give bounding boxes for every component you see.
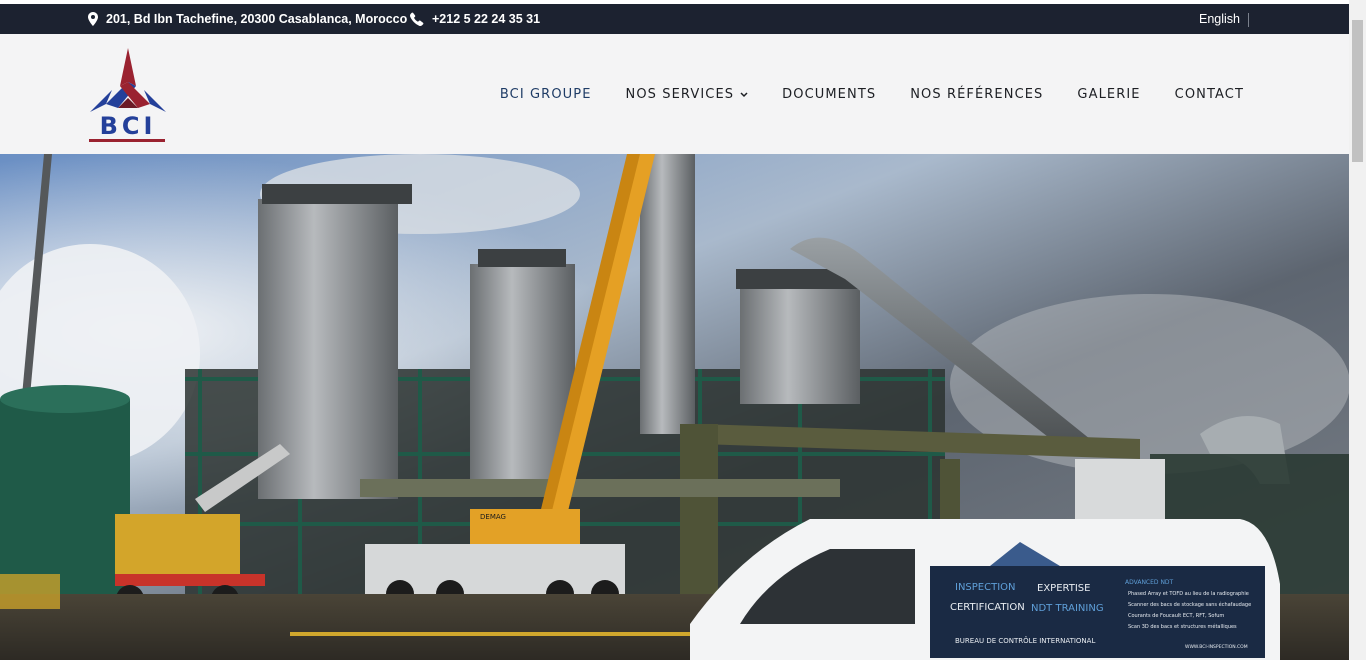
- logo-text: BCI: [99, 112, 157, 140]
- top-info-bar: 201, Bd Ibn Tachefine, 20300 Casablanca,…: [0, 4, 1349, 34]
- van-website-text: WWW.BCI-INSPECTION.COM: [1185, 644, 1248, 650]
- van-advanced-title: ADVANCED NDT: [1125, 579, 1174, 586]
- phone-item[interactable]: +212 5 22 24 35 31: [410, 4, 540, 34]
- language-switcher[interactable]: English: [1199, 4, 1240, 34]
- van-advanced-line-1: Phased Array et TOFD au lieu de la radio…: [1128, 591, 1249, 597]
- language-divider: [1248, 13, 1249, 27]
- van-certification-text: CERTIFICATION: [950, 602, 1025, 613]
- van-inspection-text: INSPECTION: [955, 582, 1016, 593]
- page-scrollbar[interactable]: [1349, 0, 1366, 660]
- map-pin-icon: [88, 12, 106, 26]
- nav-documents[interactable]: DOCUMENTS: [782, 87, 876, 102]
- site-header: BCI BCI GROUPE NOS SERVICES DOCUMENTS NO…: [0, 34, 1349, 154]
- phone-text: +212 5 22 24 35 31: [432, 12, 541, 26]
- address-text: 201, Bd Ibn Tachefine, 20300 Casablanca,…: [106, 12, 408, 26]
- address-item: 201, Bd Ibn Tachefine, 20300 Casablanca,…: [88, 4, 407, 34]
- main-nav: BCI GROUPE NOS SERVICES DOCUMENTS NOS RÉ…: [466, 34, 1244, 154]
- crane-brand-text: DEMAG: [480, 513, 506, 521]
- nav-galerie[interactable]: GALERIE: [1077, 87, 1140, 102]
- logo-underline: [89, 139, 165, 142]
- hero-image: DEMAG INSPECTION CERTIFICATION EXPERTISE…: [0, 154, 1349, 660]
- scrollbar-thumb[interactable]: [1352, 20, 1363, 162]
- nav-bci-groupe[interactable]: BCI GROUPE: [500, 87, 592, 102]
- van-advanced-line-4: Scan 3D des bacs et structures métalliqu…: [1128, 623, 1237, 630]
- logo-mark: [90, 48, 166, 112]
- van-expertise-text: EXPERTISE: [1037, 583, 1090, 594]
- nav-nos-services[interactable]: NOS SERVICES: [626, 87, 749, 102]
- van-advanced-line-3: Courants de Foucault ECT, RFT, Sofum: [1128, 613, 1224, 619]
- nav-nos-services-label: NOS SERVICES: [625, 86, 735, 102]
- van-footer-text: BUREAU DE CONTRÔLE INTERNATIONAL: [955, 636, 1095, 645]
- chevron-down-icon: [740, 87, 748, 102]
- van-advanced-line-2: Scanner des bacs de stockage sans échafa…: [1128, 601, 1251, 608]
- phone-icon: [410, 12, 432, 26]
- industrial-site-photo: DEMAG INSPECTION CERTIFICATION EXPERTISE…: [0, 154, 1349, 660]
- nav-nos-references[interactable]: NOS RÉFÉRENCES: [910, 87, 1043, 102]
- van-ndt-training-text: NDT TRAINING: [1031, 603, 1104, 614]
- nav-contact[interactable]: CONTACT: [1175, 87, 1244, 102]
